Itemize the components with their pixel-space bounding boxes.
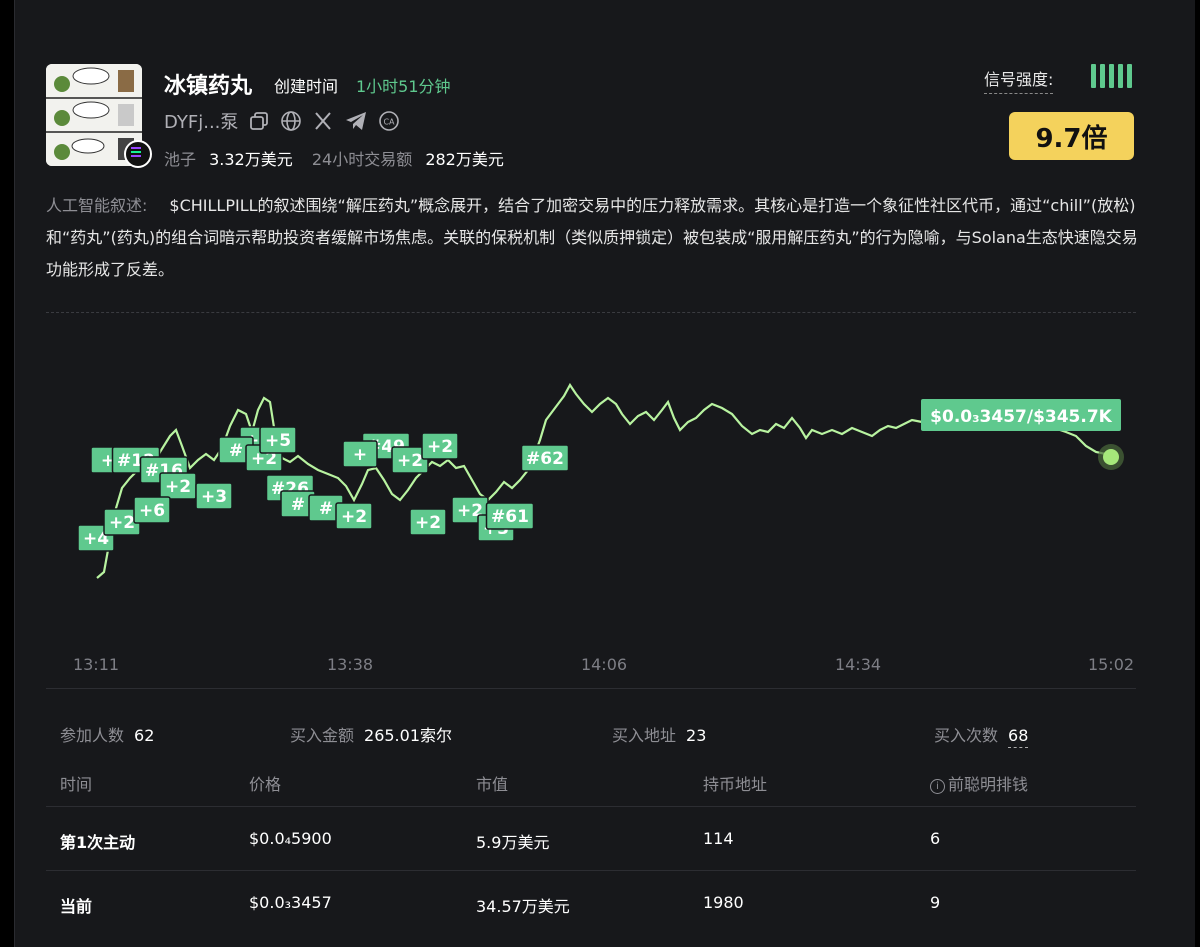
telegram-icon[interactable]	[344, 110, 368, 132]
buy-marker-label: #	[229, 441, 243, 461]
cell-price: $0.0₃3457	[249, 893, 332, 912]
current-point	[1103, 449, 1119, 465]
cell-holders: 1980	[703, 893, 744, 912]
ai-narrative: 人工智能叙述: $CHILLPILL的叙述围绕“解压药丸”概念展开，结合了加密交易…	[46, 190, 1138, 286]
buy-marker-label: +	[353, 445, 367, 465]
buy-marker-label: #	[291, 495, 305, 515]
svg-text:CA: CA	[384, 118, 396, 127]
buy-marker[interactable]: +2	[409, 508, 447, 536]
cell-rank: 6	[930, 829, 941, 848]
cell-mcap: 34.57万美元	[476, 897, 570, 916]
contract-address: DYFj...泵	[164, 112, 239, 133]
price-chart[interactable]: +4+2+ #12#16+2+6+5+3# +2+5#26# # +2#49+ +2+2+…	[0, 320, 1200, 680]
column-header-label: 前聪明排钱	[948, 775, 1029, 794]
buy-marker[interactable]: +2	[421, 432, 459, 460]
signal-multiplier-badge: 9.7倍	[1009, 112, 1134, 160]
buy-marker-label: #61	[491, 507, 529, 527]
buy-marker[interactable]: +6	[133, 496, 171, 524]
cell-time: 当前	[60, 897, 93, 916]
website-globe-icon[interactable]	[280, 110, 302, 132]
divider	[46, 312, 1136, 313]
buy-marker-label: +2	[427, 437, 453, 457]
summary-value: 23	[686, 726, 707, 745]
address-row: DYFj...泵 CA	[164, 108, 400, 134]
pool-label: 池子	[164, 150, 197, 169]
summary-label: 买入次数	[934, 726, 999, 745]
signal-bar	[1091, 64, 1096, 88]
signal-bars	[1091, 64, 1132, 88]
buy-marker[interactable]: #61	[485, 502, 535, 530]
summary-value[interactable]: 68	[1008, 726, 1029, 748]
buy-marker[interactable]: +3	[195, 482, 233, 510]
divider	[46, 688, 1136, 689]
buy-marker-label: +2	[109, 513, 135, 533]
token-name[interactable]: 冰镇药丸	[164, 68, 252, 100]
cell-time: 第1次主动	[60, 833, 136, 852]
x-axis-tick: 13:11	[73, 655, 119, 674]
cell-rank: 9	[930, 893, 941, 912]
buy-marker[interactable]: +	[342, 440, 378, 468]
buy-marker-label: +3	[201, 487, 227, 507]
current-price-text: $0.0₃3457/$345.7K	[930, 407, 1113, 427]
summary-buy-addresses: 买入地址 23	[612, 722, 706, 746]
divider	[46, 806, 1136, 807]
buy-marker-label: +2	[165, 477, 191, 497]
x-axis-tick: 15:02	[1088, 655, 1134, 674]
buy-marker-label: +6	[139, 501, 165, 521]
x-axis-tick: 14:06	[581, 655, 627, 674]
column-header-smart-rank[interactable]: i 前聪明排钱	[930, 771, 1028, 795]
buy-marker-label: #	[319, 499, 333, 519]
buy-marker-label: +2	[341, 507, 367, 527]
x-axis-tick: 13:38	[327, 655, 373, 674]
cell-price: $0.0₄5900	[249, 829, 332, 848]
signal-bar	[1100, 64, 1105, 88]
buy-marker-label: #62	[526, 449, 564, 469]
buy-marker[interactable]: #62	[520, 444, 570, 472]
created-time-value: 1小时51分钟	[356, 77, 451, 96]
buy-marker-label: +2	[415, 513, 441, 533]
buy-marker[interactable]: +5	[259, 426, 297, 454]
summary-label: 参加人数	[60, 726, 125, 745]
pool-value: 3.32万美元	[209, 150, 293, 169]
column-header-mcap: 市值	[476, 775, 509, 794]
buy-marker[interactable]: +2	[335, 502, 373, 530]
cell-mcap: 5.9万美元	[476, 833, 550, 852]
buy-marker-label: +2	[397, 451, 423, 471]
created-time-label: 创建时间	[274, 77, 339, 96]
ca-contract-icon[interactable]: CA	[378, 110, 400, 132]
copy-icon[interactable]	[248, 110, 270, 132]
x-axis-tick: 14:34	[835, 655, 881, 674]
cell-holders: 114	[703, 829, 734, 848]
column-header-price: 价格	[249, 775, 282, 794]
summary-label: 买入金额	[290, 726, 355, 745]
volume-label: 24小时交易额	[311, 150, 413, 169]
column-header-holders: 持币地址	[703, 775, 768, 794]
info-icon[interactable]: i	[930, 779, 945, 794]
signal-bar	[1127, 64, 1132, 88]
volume-value: 282万美元	[425, 150, 504, 169]
summary-buy-count[interactable]: 买入次数 68	[934, 722, 1029, 748]
column-header-time: 时间	[60, 775, 93, 794]
current-price-label: $0.0₃3457/$345.7K	[921, 399, 1121, 431]
signal-bar	[1118, 64, 1123, 88]
x-twitter-icon[interactable]	[312, 110, 334, 132]
summary-participants: 参加人数 62	[60, 722, 154, 746]
solana-chain-icon	[124, 140, 152, 168]
summary-buy-amount: 买入金额 265.01索尔	[290, 722, 452, 746]
buy-marker-label: +5	[265, 431, 291, 451]
summary-value: 265.01索尔	[364, 726, 453, 745]
signal-bar	[1109, 64, 1114, 88]
buy-marker[interactable]: +2	[159, 472, 197, 500]
narrative-text: $CHILLPILL的叙述围绕“解压药丸”概念展开，结合了加密交易中的压力释放需…	[46, 196, 1138, 279]
narrative-label: 人工智能叙述:	[46, 196, 148, 215]
token-stats: 池子 3.32万美元 24小时交易额 282万美元	[164, 146, 504, 170]
divider	[46, 870, 1136, 871]
summary-value: 62	[134, 726, 155, 745]
summary-label: 买入地址	[612, 726, 677, 745]
signal-strength-label[interactable]: 信号强度:	[984, 66, 1054, 94]
